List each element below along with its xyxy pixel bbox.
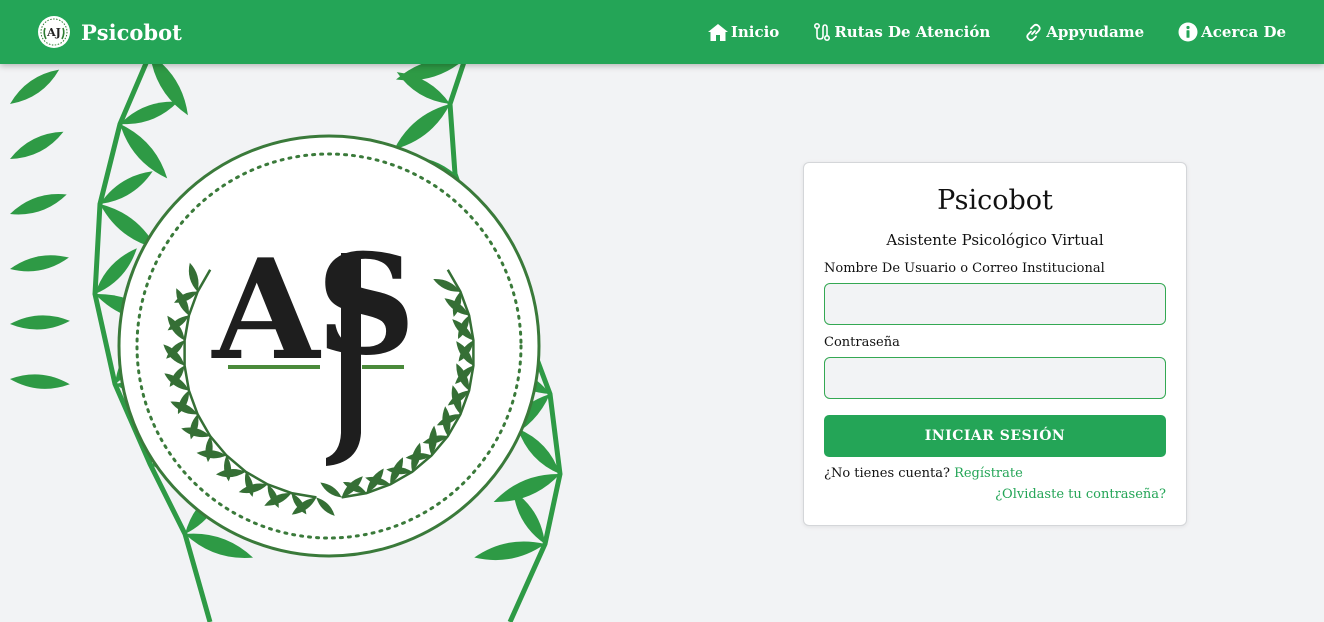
forgot-password-link[interactable]: ¿Olvidaste tu contraseña? <box>995 487 1166 502</box>
no-account-text: ¿No tienes cuenta? <box>824 466 950 481</box>
register-link[interactable]: Regístrate <box>954 466 1023 481</box>
nav-item-inicio[interactable]: Inicio <box>707 23 780 41</box>
info-icon <box>1178 22 1198 42</box>
nav-item-label: Inicio <box>730 23 780 41</box>
login-button[interactable]: INICIAR SESIÓN <box>824 415 1166 457</box>
nav-item-acerca[interactable]: Acerca De <box>1178 22 1286 42</box>
route-icon <box>814 23 831 41</box>
svg-text:S: S <box>316 223 416 386</box>
password-input[interactable] <box>824 357 1166 399</box>
username-label: Nombre De Usuario o Correo Institucional <box>824 261 1105 276</box>
brand-logo-icon: AJ <box>38 16 70 48</box>
nav-item-label: Appyudame <box>1046 23 1145 41</box>
svg-text:AJ: AJ <box>46 26 61 39</box>
home-icon <box>707 23 728 41</box>
leaf-shape <box>10 194 67 215</box>
brand-name: Psicobot <box>81 19 182 45</box>
leaf-shape <box>10 255 69 272</box>
brand-link[interactable]: AJ Psicobot <box>37 15 182 49</box>
nav-item-label: Acerca De <box>1201 23 1286 41</box>
register-row: ¿No tienes cuenta? Regístrate <box>824 466 1023 481</box>
login-subtitle: Asistente Psicológico Virtual <box>886 231 1104 249</box>
nav-item-label: Rutas De Atención <box>834 23 991 41</box>
nav-item-appyudame[interactable]: Appyudame <box>1024 23 1144 42</box>
username-input[interactable] <box>824 283 1166 325</box>
leaf-shape <box>10 69 60 104</box>
top-navbar: AJ Psicobot Inicio Rutas De Atención App… <box>0 0 1324 64</box>
hero-illustration: A S <box>0 64 660 622</box>
login-card: Psicobot Asistente Psicológico Virtual N… <box>803 162 1187 526</box>
login-title: Psicobot <box>937 185 1053 216</box>
leaf-shape <box>10 315 70 330</box>
ajs-emblem-logo: A S <box>117 134 541 558</box>
nav-menu: Inicio Rutas De Atención Appyudame Acerc… <box>674 0 1286 64</box>
leaf-shape <box>10 131 64 159</box>
nav-item-rutas[interactable]: Rutas De Atención <box>813 23 990 41</box>
leaf-shape <box>10 374 70 389</box>
svg-text:A: A <box>210 228 321 391</box>
link-icon <box>1026 23 1041 41</box>
password-label: Contraseña <box>824 335 900 350</box>
